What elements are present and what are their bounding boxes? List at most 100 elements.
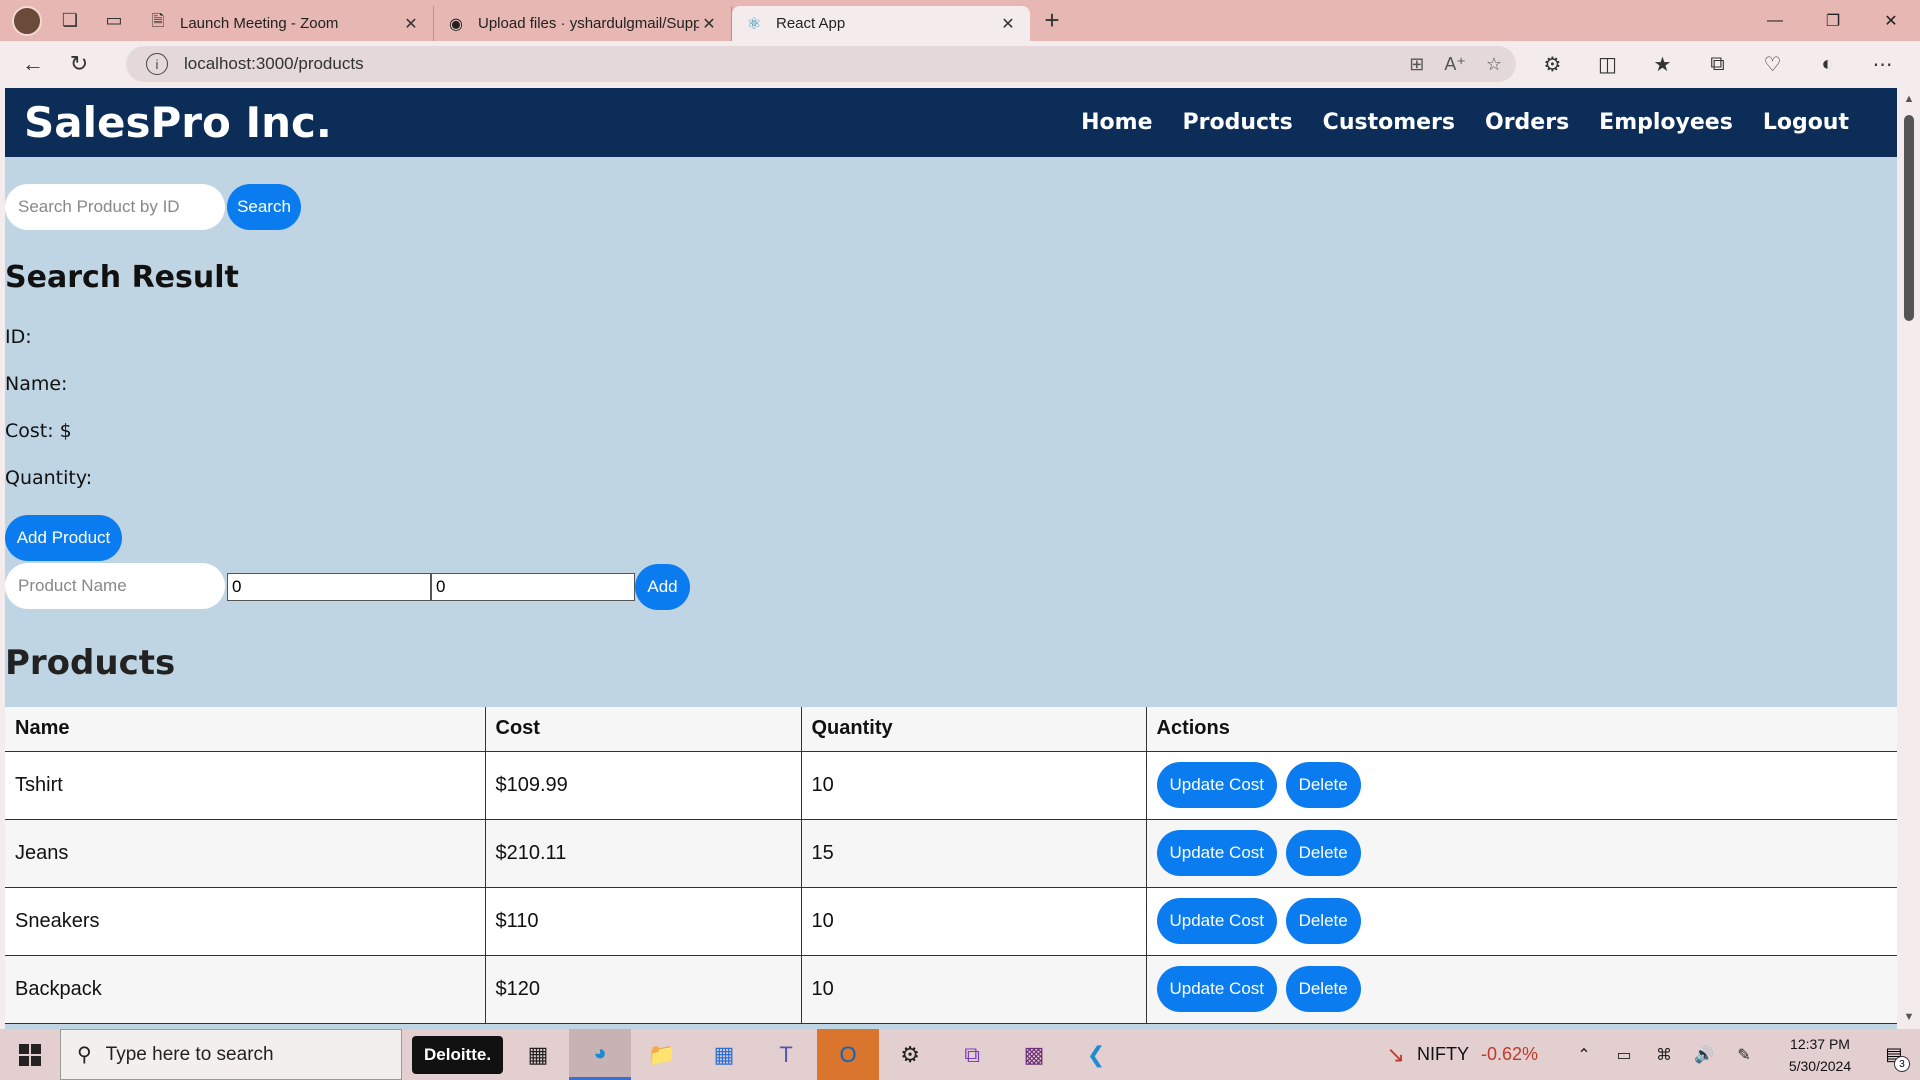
add-product-button[interactable]: Add Product: [5, 515, 122, 561]
update-cost-button[interactable]: Update Cost: [1156, 830, 1277, 876]
close-icon[interactable]: ✕: [998, 14, 1018, 34]
url-text[interactable]: localhost:3000/products: [184, 54, 364, 74]
settings-gear-icon[interactable]: ⚙: [879, 1029, 941, 1080]
product-name-cell: Backpack: [5, 955, 486, 1024]
delete-button[interactable]: Delete: [1285, 830, 1361, 876]
product-quantity-cell: 15: [801, 819, 1147, 888]
profile-avatar[interactable]: [12, 5, 42, 36]
page-viewport: SalesPro Inc. Home Products Customers Or…: [0, 87, 1920, 1029]
nav-home[interactable]: Home: [1081, 110, 1152, 135]
tab-actions-icon[interactable]: ▭: [92, 0, 136, 41]
site-header: SalesPro Inc. Home Products Customers Or…: [5, 88, 1897, 157]
clock[interactable]: 12:37 PM 5/30/2024: [1772, 1033, 1868, 1077]
product-cost-input[interactable]: [227, 573, 431, 601]
product-cost-cell: $110: [485, 887, 802, 956]
windows-logo-icon: [19, 1043, 41, 1066]
github-icon: ◉: [449, 15, 463, 33]
window-close-icon[interactable]: ✕: [1862, 0, 1920, 41]
split-screen-icon[interactable]: ◫: [1580, 41, 1635, 87]
market-ticker[interactable]: ↘ NIFTY -0.62%: [1387, 1042, 1538, 1068]
task-view-icon[interactable]: ▦: [507, 1029, 569, 1080]
table-header-row: Name Cost Quantity Actions: [5, 707, 1897, 752]
file-explorer-icon[interactable]: 📁: [631, 1029, 693, 1080]
new-tab-button[interactable]: +: [1030, 0, 1074, 41]
delete-button[interactable]: Delete: [1285, 898, 1361, 944]
scroll-thumb[interactable]: [1904, 115, 1914, 321]
notification-icon[interactable]: ▤ 3: [1868, 1029, 1920, 1080]
product-quantity-input[interactable]: [431, 573, 635, 601]
nav-orders[interactable]: Orders: [1485, 110, 1569, 135]
product-name-cell: Sneakers: [5, 887, 486, 956]
update-cost-button[interactable]: Update Cost: [1156, 762, 1277, 808]
product-cost-cell: $120: [485, 955, 802, 1024]
chevron-up-icon[interactable]: ⌃: [1564, 1029, 1604, 1080]
nav-customers[interactable]: Customers: [1323, 110, 1455, 135]
brand-logo[interactable]: SalesPro Inc.: [24, 98, 332, 147]
visual-studio-icon[interactable]: ⧉: [941, 1029, 1003, 1080]
column-header-actions: Actions: [1146, 707, 1897, 752]
update-cost-button[interactable]: Update Cost: [1156, 966, 1277, 1012]
tab-react-app[interactable]: ⚛ React App ✕: [732, 6, 1030, 41]
wifi-icon[interactable]: ⌘: [1644, 1029, 1684, 1080]
product-quantity-cell: 10: [801, 955, 1147, 1024]
start-button[interactable]: [0, 1029, 60, 1080]
nav-products[interactable]: Products: [1183, 110, 1293, 135]
microsoft-store-icon[interactable]: ▦: [693, 1029, 755, 1080]
tab-zoom[interactable]: 🗎 Launch Meeting - Zoom ✕: [136, 6, 434, 41]
battery-icon[interactable]: ▭: [1604, 1029, 1644, 1080]
product-cost-cell: $210.11: [485, 819, 802, 888]
document-icon: 🗎: [151, 13, 165, 30]
minimize-icon[interactable]: —: [1746, 0, 1804, 41]
performance-icon[interactable]: ♡: [1745, 41, 1800, 87]
table-row: Sneakers $110 10 Update Cost Delete: [5, 887, 1897, 956]
app-available-icon[interactable]: ⊞: [1409, 54, 1424, 75]
chart-down-icon: ↘: [1386, 1041, 1405, 1067]
outlook-icon[interactable]: O: [817, 1029, 880, 1080]
more-options-icon[interactable]: ⋯: [1855, 41, 1910, 87]
workspaces-icon[interactable]: ❏: [48, 0, 92, 41]
nav-logout[interactable]: Logout: [1763, 110, 1849, 135]
read-aloud-icon[interactable]: A⁺: [1444, 54, 1466, 75]
copilot-icon[interactable]: ◐: [1800, 41, 1855, 87]
react-icon: ⚛: [746, 15, 762, 33]
nav-employees[interactable]: Employees: [1599, 110, 1733, 135]
favorite-star-icon[interactable]: ☆: [1486, 54, 1502, 75]
main-nav: Home Products Customers Orders Employees…: [1081, 88, 1849, 157]
taskbar-search[interactable]: ⚲ Type here to search: [60, 1029, 402, 1080]
scroll-down-arrow-icon[interactable]: ▼: [1898, 1007, 1920, 1027]
search-product-input[interactable]: [5, 184, 225, 230]
pen-icon[interactable]: ✎: [1724, 1029, 1764, 1080]
tab-title: Launch Meeting - Zoom: [180, 15, 339, 32]
favorites-icon[interactable]: ★: [1635, 41, 1690, 87]
result-cost-label: Cost: $: [5, 420, 72, 442]
teams-icon[interactable]: T: [755, 1029, 817, 1080]
tab-github[interactable]: ◉ Upload files · yshardulgmail/Supp ✕: [434, 6, 732, 41]
address-field[interactable]: i localhost:3000/products ⊞ A⁺ ☆: [126, 46, 1516, 82]
close-icon[interactable]: ✕: [401, 14, 421, 34]
edge-browser-icon[interactable]: ◕: [569, 1029, 632, 1080]
terminal-icon[interactable]: ▩: [1003, 1029, 1065, 1080]
delete-button[interactable]: Delete: [1285, 966, 1361, 1012]
collections-icon[interactable]: ⧉: [1690, 41, 1745, 87]
search-button[interactable]: Search: [227, 184, 301, 230]
product-actions-cell: Update Cost Delete: [1146, 819, 1897, 888]
restore-icon[interactable]: ❐: [1804, 0, 1862, 41]
product-name-input[interactable]: [5, 563, 225, 609]
site-info-icon[interactable]: i: [146, 53, 168, 75]
extensions-icon[interactable]: ⚙: [1525, 41, 1580, 87]
refresh-icon[interactable]: ↻: [56, 41, 102, 87]
scroll-up-arrow-icon[interactable]: ▲: [1898, 89, 1920, 109]
page-scrollbar[interactable]: ▲ ▼: [1898, 87, 1920, 1029]
vscode-icon[interactable]: ❮: [1065, 1029, 1127, 1080]
ticker-name: NIFTY: [1416, 1044, 1469, 1064]
back-arrow-icon[interactable]: ←: [10, 41, 56, 87]
delete-button[interactable]: Delete: [1285, 762, 1361, 808]
deloitte-logo[interactable]: Deloitte.: [412, 1035, 504, 1074]
clock-date: 5/30/2024: [1788, 1057, 1852, 1074]
close-icon[interactable]: ✕: [699, 14, 719, 34]
volume-icon[interactable]: 🔊: [1684, 1029, 1724, 1080]
add-submit-button[interactable]: Add: [635, 564, 690, 610]
update-cost-button[interactable]: Update Cost: [1156, 898, 1277, 944]
product-name-cell: Tshirt: [5, 751, 486, 820]
search-icon: ⚲: [77, 1044, 92, 1066]
